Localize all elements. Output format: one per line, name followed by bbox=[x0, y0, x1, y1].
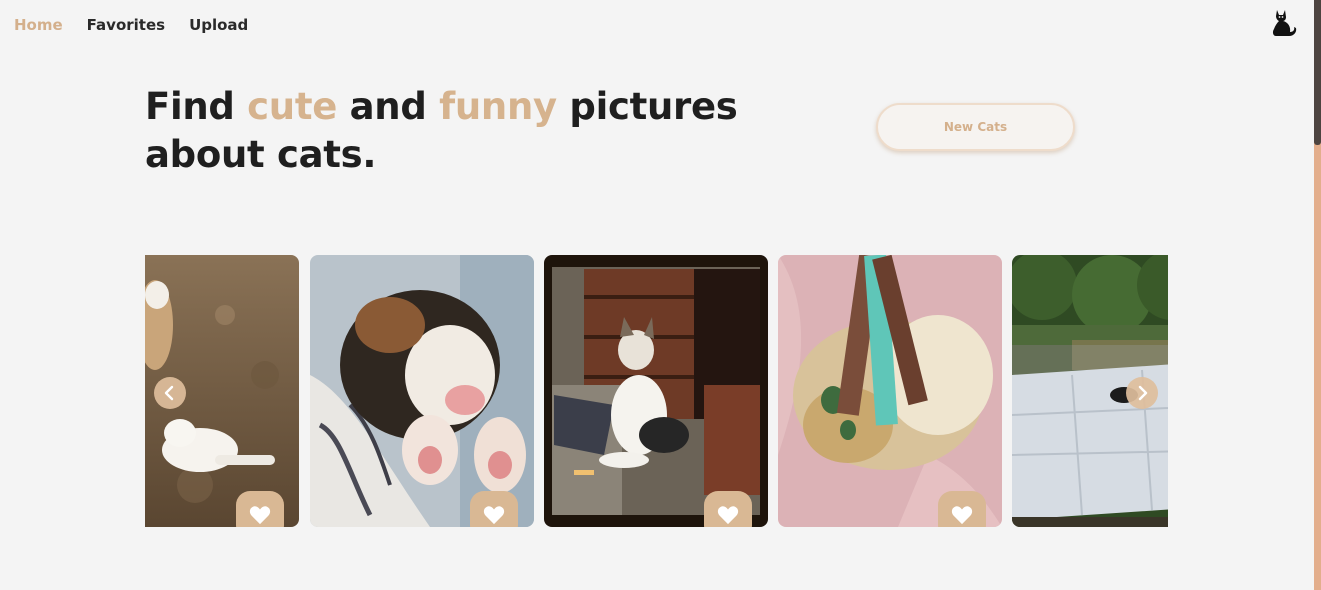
carousel-next-button[interactable] bbox=[1126, 377, 1158, 409]
chevron-right-icon bbox=[1138, 385, 1148, 401]
heart-icon bbox=[951, 506, 973, 525]
favorite-button-2[interactable] bbox=[470, 491, 518, 527]
cat-photo-2 bbox=[310, 255, 534, 527]
favorite-button-1[interactable] bbox=[236, 491, 284, 527]
carousel-prev-button[interactable] bbox=[154, 377, 186, 409]
cat-card-2 bbox=[310, 255, 534, 527]
scrollbar-thumb[interactable] bbox=[1314, 0, 1321, 145]
nav-favorites[interactable]: Favorites bbox=[87, 16, 165, 34]
cat-photo-4 bbox=[778, 255, 1002, 527]
page-title: Find cute and funny pictures about cats. bbox=[145, 85, 738, 176]
new-cats-button[interactable]: New Cats bbox=[876, 103, 1075, 151]
black-cat-icon[interactable] bbox=[1271, 8, 1297, 38]
favorite-button-4[interactable] bbox=[938, 491, 986, 527]
chevron-left-icon bbox=[164, 385, 174, 401]
heart-icon bbox=[483, 506, 505, 525]
page-scrollbar[interactable] bbox=[1314, 0, 1321, 590]
cat-card-4 bbox=[778, 255, 1002, 527]
heart-icon bbox=[717, 506, 739, 525]
heart-icon bbox=[249, 506, 271, 525]
cat-card-3 bbox=[544, 255, 768, 527]
favorite-button-3[interactable] bbox=[704, 491, 752, 527]
cat-carousel bbox=[145, 255, 1168, 545]
nav-upload[interactable]: Upload bbox=[189, 16, 248, 34]
main-nav: Home Favorites Upload bbox=[14, 16, 248, 34]
nav-home[interactable]: Home bbox=[14, 16, 63, 34]
cat-photo-3 bbox=[544, 255, 768, 527]
